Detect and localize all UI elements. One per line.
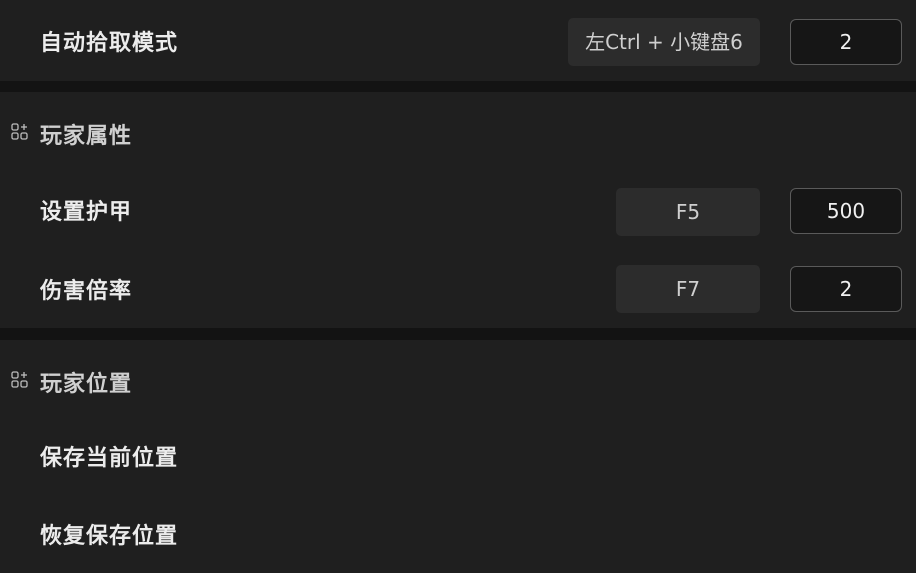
player-attributes-title: 玩家属性: [40, 124, 133, 149]
set-armor-label: 设置护甲: [40, 200, 133, 225]
auto-pickup-hotkey-button[interactable]: 左Ctrl + 小键盘6: [568, 18, 760, 66]
auto-pickup-row: 自动拾取模式 左Ctrl + 小键盘6 2: [0, 0, 916, 81]
set-armor-hotkey-button[interactable]: F5: [616, 188, 760, 236]
restore-position-label: 恢复保存位置: [40, 524, 179, 549]
set-armor-row: 设置护甲 F5 500: [0, 188, 916, 248]
apps-add-icon: [11, 371, 29, 389]
apps-add-icon: [11, 123, 29, 141]
damage-multiplier-hotkey-button[interactable]: F7: [616, 265, 760, 313]
auto-pickup-label: 自动拾取模式: [40, 31, 179, 56]
auto-pickup-value-input[interactable]: 2: [790, 19, 902, 65]
save-position-label: 保存当前位置: [40, 446, 179, 471]
player-attributes-section: 玩家属性 设置护甲 F5 500 伤害倍率 F7 2: [0, 92, 916, 328]
player-position-section: 玩家位置 保存当前位置 恢复保存位置: [0, 340, 916, 573]
player-position-title: 玩家位置: [40, 372, 133, 397]
restore-position-row[interactable]: 恢复保存位置: [0, 514, 916, 554]
player-attributes-header: 玩家属性: [0, 112, 916, 152]
settings-panel: 自动拾取模式 左Ctrl + 小键盘6 2 玩家属性 设置护甲 F5 500 伤…: [0, 0, 916, 573]
auto-pickup-section: 自动拾取模式 左Ctrl + 小键盘6 2: [0, 0, 916, 81]
save-position-row[interactable]: 保存当前位置: [0, 436, 916, 476]
damage-multiplier-row: 伤害倍率 F7 2: [0, 265, 916, 325]
damage-multiplier-value-input[interactable]: 2: [790, 266, 902, 312]
damage-multiplier-label: 伤害倍率: [40, 279, 133, 304]
set-armor-value-input[interactable]: 500: [790, 188, 902, 234]
player-position-header: 玩家位置: [0, 360, 916, 400]
